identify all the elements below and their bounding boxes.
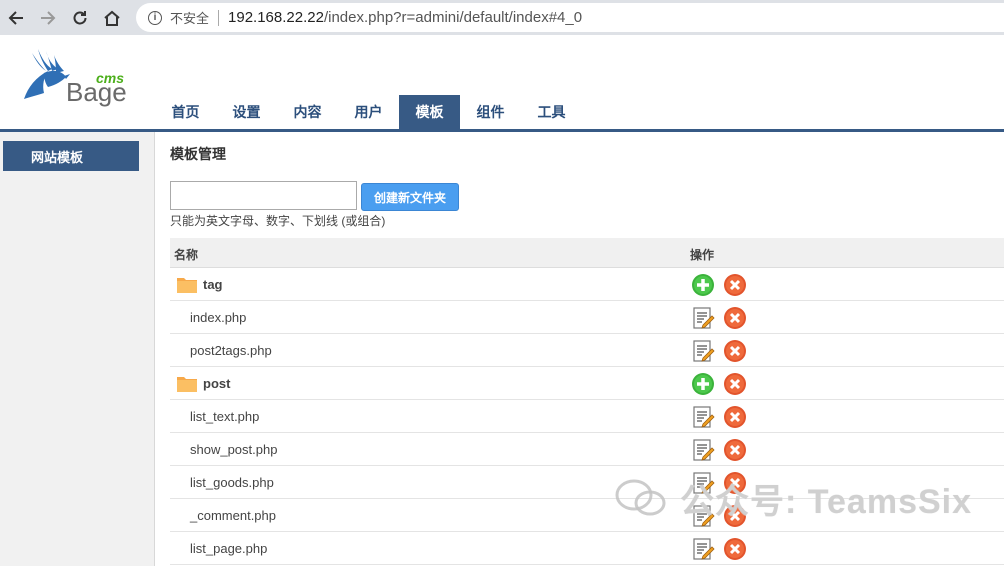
- main-content: 模板管理 创建新文件夹 只能为英文字母、数字、下划线 (或组合) 名称 操作 t…: [155, 132, 1004, 566]
- file-name[interactable]: list_page.php: [190, 541, 267, 556]
- file-name[interactable]: show_post.php: [190, 442, 277, 457]
- divider: [218, 9, 220, 26]
- folder-name-input[interactable]: [170, 181, 357, 210]
- add-icon[interactable]: [691, 273, 715, 297]
- edit-icon[interactable]: [691, 504, 715, 528]
- nav-components[interactable]: 组件: [460, 95, 521, 129]
- nav-templates[interactable]: 模板: [399, 95, 460, 129]
- home-button[interactable]: [96, 3, 128, 33]
- folder-name[interactable]: post: [203, 376, 230, 391]
- file-row: list_page.php: [170, 532, 1004, 565]
- row-actions: [691, 471, 747, 495]
- file-name[interactable]: index.php: [190, 310, 246, 325]
- delete-icon[interactable]: [723, 339, 747, 363]
- row-actions: [691, 372, 747, 396]
- top-navigation: 首页 设置 内容 用户 模板 组件 工具: [155, 95, 582, 129]
- row-actions: [691, 438, 747, 462]
- delete-icon[interactable]: [723, 471, 747, 495]
- row-actions: [691, 273, 747, 297]
- file-name[interactable]: list_goods.php: [190, 475, 274, 490]
- sidebar-item-site-templates[interactable]: 网站模板: [3, 141, 139, 171]
- delete-icon[interactable]: [723, 438, 747, 462]
- column-operation-header: 操作: [690, 248, 715, 262]
- info-icon[interactable]: i: [148, 10, 162, 25]
- file-name[interactable]: _comment.php: [190, 508, 276, 523]
- nav-tools[interactable]: 工具: [521, 95, 582, 129]
- logo-name-text: Bage: [66, 77, 127, 107]
- delete-icon[interactable]: [723, 537, 747, 561]
- file-name[interactable]: post2tags.php: [190, 343, 272, 358]
- row-actions: [691, 339, 747, 363]
- site-header: cms Bage 首页 设置 内容 用户 模板 组件 工具: [0, 35, 1004, 132]
- forward-button[interactable]: [32, 3, 64, 33]
- back-arrow-icon: [8, 10, 23, 25]
- folder-name[interactable]: tag: [203, 277, 223, 292]
- delete-icon[interactable]: [723, 273, 747, 297]
- file-row: _comment.php: [170, 499, 1004, 532]
- nav-settings[interactable]: 设置: [216, 95, 277, 129]
- file-row: list_goods.php: [170, 466, 1004, 499]
- column-name-header: 名称: [174, 248, 199, 262]
- row-actions: [691, 405, 747, 429]
- template-table: 名称 操作 tag index.php post2tags.php post list_…: [170, 238, 1004, 565]
- edit-icon[interactable]: [691, 306, 715, 330]
- row-actions: [691, 306, 747, 330]
- file-row: show_post.php: [170, 433, 1004, 466]
- home-icon: [104, 10, 120, 26]
- page-title: 模板管理: [170, 146, 226, 162]
- row-actions: [691, 504, 747, 528]
- url-text[interactable]: 192.168.22.22/index.php?r=admini/default…: [228, 9, 582, 26]
- forward-arrow-icon: [41, 10, 56, 25]
- url-path: /index.php?r=admini/default/index#4_0: [323, 9, 583, 26]
- folder-icon: [177, 278, 197, 293]
- delete-icon[interactable]: [723, 504, 747, 528]
- address-bar[interactable]: i 不安全 192.168.22.22/index.php?r=admini/d…: [136, 3, 1004, 32]
- file-name[interactable]: list_text.php: [190, 409, 259, 424]
- row-actions: [691, 537, 747, 561]
- add-icon[interactable]: [691, 372, 715, 396]
- nav-home[interactable]: 首页: [155, 95, 216, 129]
- file-row: list_text.php: [170, 400, 1004, 433]
- edit-icon[interactable]: [691, 405, 715, 429]
- file-row: post2tags.php: [170, 334, 1004, 367]
- url-host: 192.168.22.22: [228, 9, 324, 26]
- sidebar: 网站模板: [0, 132, 155, 566]
- insecure-label: 不安全: [170, 11, 210, 26]
- delete-icon[interactable]: [723, 306, 747, 330]
- folder-row: post: [170, 367, 1004, 400]
- browser-toolbar: i 不安全 192.168.22.22/index.php?r=admini/d…: [0, 0, 1004, 35]
- folder-row: tag: [170, 268, 1004, 301]
- reload-button[interactable]: [64, 3, 96, 33]
- file-row: index.php: [170, 301, 1004, 334]
- edit-icon[interactable]: [691, 339, 715, 363]
- reload-icon: [73, 10, 87, 24]
- folder-icon: [177, 377, 197, 392]
- delete-icon[interactable]: [723, 372, 747, 396]
- edit-icon[interactable]: [691, 471, 715, 495]
- input-hint: 只能为英文字母、数字、下划线 (或组合): [170, 214, 386, 228]
- table-header: 名称 操作: [170, 238, 1004, 268]
- back-button[interactable]: [0, 3, 32, 33]
- nav-users[interactable]: 用户: [338, 95, 399, 129]
- create-folder-button[interactable]: 创建新文件夹: [361, 183, 459, 211]
- nav-content[interactable]: 内容: [277, 95, 338, 129]
- edit-icon[interactable]: [691, 438, 715, 462]
- delete-icon[interactable]: [723, 405, 747, 429]
- edit-icon[interactable]: [691, 537, 715, 561]
